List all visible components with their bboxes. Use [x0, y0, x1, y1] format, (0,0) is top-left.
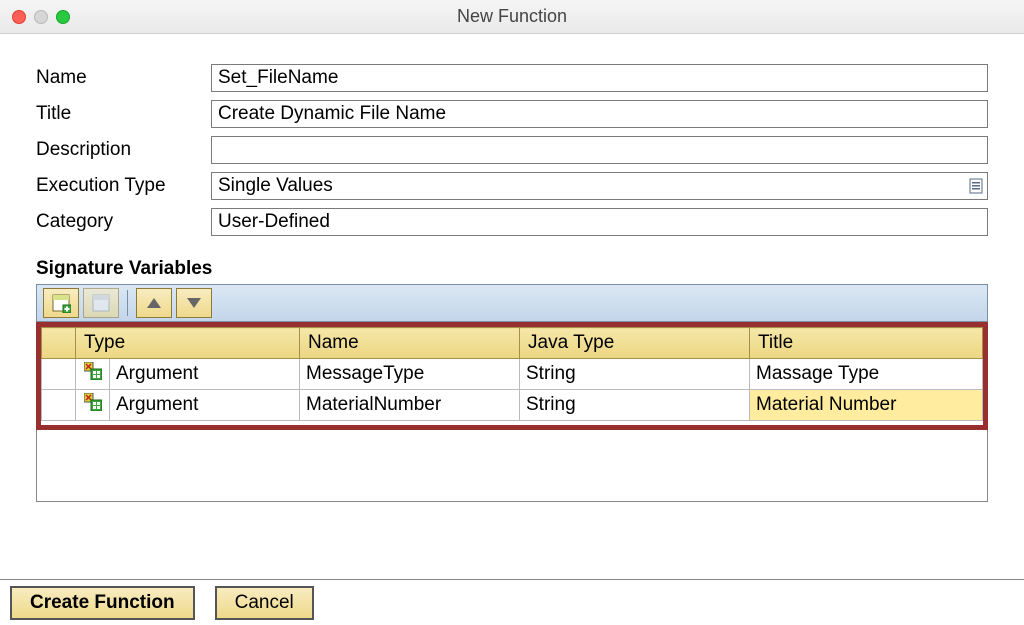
execution-type-label: Execution Type — [36, 175, 211, 197]
category-field[interactable] — [211, 208, 988, 236]
argument-icon — [76, 359, 110, 390]
dialog-content: Name Title Description Execution Type Ca… — [0, 34, 1024, 502]
table-row[interactable]: ArgumentMessageTypeStringMassage Type — [42, 359, 983, 390]
title-cell[interactable]: Material Number — [750, 390, 983, 421]
window-title: New Function — [0, 6, 1024, 27]
title-column-header[interactable]: Title — [750, 328, 983, 359]
name-label: Name — [36, 67, 211, 89]
window-controls — [12, 10, 70, 24]
signature-table: Type Name Java Type Title ArgumentMessag… — [41, 327, 983, 421]
window-titlebar: New Function — [0, 0, 1024, 34]
title-field[interactable] — [211, 100, 988, 128]
move-down-button[interactable] — [176, 288, 212, 318]
argument-icon — [76, 390, 110, 421]
execution-type-dropdown-icon[interactable] — [968, 176, 984, 196]
close-window-icon[interactable] — [12, 10, 26, 24]
zoom-window-icon[interactable] — [56, 10, 70, 24]
table-row[interactable]: ArgumentMaterialNumberStringMaterial Num… — [42, 390, 983, 421]
signature-blank-area — [36, 430, 988, 502]
type-cell[interactable]: Argument — [110, 390, 300, 421]
description-label: Description — [36, 139, 211, 161]
title-cell[interactable]: Massage Type — [750, 359, 983, 390]
name-field[interactable] — [211, 64, 988, 92]
row-handle-header — [42, 328, 76, 359]
signature-toolbar — [36, 284, 988, 322]
java-type-cell[interactable]: String — [520, 390, 750, 421]
signature-table-highlight: Type Name Java Type Title ArgumentMessag… — [36, 322, 988, 430]
execution-type-field[interactable] — [211, 172, 988, 200]
java-type-cell[interactable]: String — [520, 359, 750, 390]
delete-row-button — [83, 288, 119, 318]
name-cell[interactable]: MaterialNumber — [300, 390, 520, 421]
category-label: Category — [36, 211, 211, 233]
button-bar: Create Function Cancel — [0, 579, 1024, 625]
java-type-column-header[interactable]: Java Type — [520, 328, 750, 359]
create-function-button[interactable]: Create Function — [10, 586, 195, 620]
type-cell[interactable]: Argument — [110, 359, 300, 390]
toolbar-separator — [127, 290, 128, 316]
description-field[interactable] — [211, 136, 988, 164]
add-row-button[interactable] — [43, 288, 79, 318]
title-label: Title — [36, 103, 211, 125]
signature-heading: Signature Variables — [36, 258, 988, 280]
row-handle[interactable] — [42, 359, 76, 390]
name-cell[interactable]: MessageType — [300, 359, 520, 390]
cancel-button[interactable]: Cancel — [215, 586, 314, 620]
type-column-header[interactable]: Type — [76, 328, 300, 359]
name-column-header[interactable]: Name — [300, 328, 520, 359]
row-handle[interactable] — [42, 390, 76, 421]
move-up-button[interactable] — [136, 288, 172, 318]
minimize-window-icon — [34, 10, 48, 24]
